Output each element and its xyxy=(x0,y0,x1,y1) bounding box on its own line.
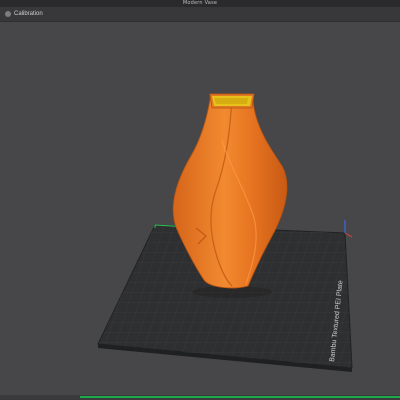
calibration-icon xyxy=(5,11,11,17)
progress-bar xyxy=(0,395,400,400)
calibration-tab[interactable]: Calibration xyxy=(3,9,47,19)
calibration-tab-label: Calibration xyxy=(14,11,43,17)
progress-fill xyxy=(80,396,400,398)
toolbar: Calibration xyxy=(0,7,400,22)
3d-viewport[interactable]: Bambu Textured PEI Plate xyxy=(0,22,400,395)
window-title: Modern Vase xyxy=(0,0,400,7)
